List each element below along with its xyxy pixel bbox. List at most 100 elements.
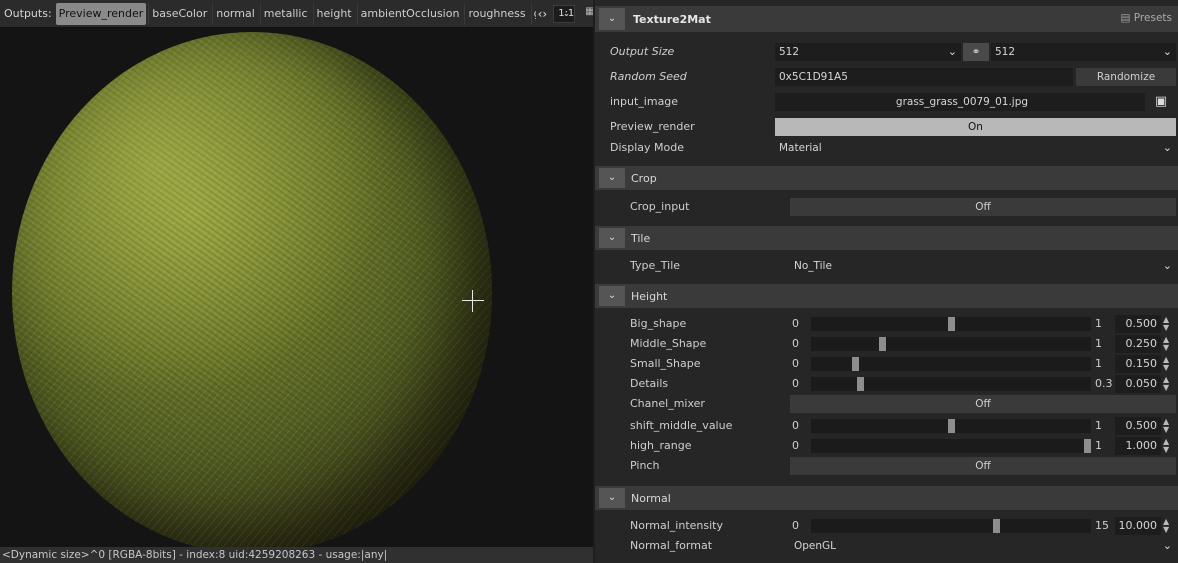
status-bar: <Dynamic size>^0 [RGBA-8bits] - index:8 … xyxy=(0,547,593,563)
input-image-row: input_image grass_grass_0079_01.jpg ▣ xyxy=(595,92,1178,112)
display-mode-row: Display Mode Material ⌄ xyxy=(595,138,1178,158)
output-size-width-value: 512 xyxy=(779,46,800,58)
high-range-slider[interactable] xyxy=(811,439,1091,453)
normal-format-value: OpenGL xyxy=(794,540,837,552)
slider-handle[interactable] xyxy=(879,337,886,351)
details-label: Details xyxy=(630,377,669,390)
crosshair-cursor-icon xyxy=(462,290,484,312)
view-options-icon[interactable]: ▦▾ xyxy=(585,6,593,22)
section-tile-title: Tile xyxy=(631,231,651,245)
tab-normal[interactable]: normal xyxy=(212,2,258,25)
normal-format-select[interactable]: OpenGL ⌄ xyxy=(790,537,1176,555)
slider-handle[interactable] xyxy=(852,357,859,371)
random-seed-input[interactable]: 0x5C1D91A5 xyxy=(775,68,1073,86)
section-tile[interactable]: ⌄ Tile xyxy=(595,226,1178,250)
normal-intensity-slider[interactable] xyxy=(811,519,1091,533)
display-mode-select[interactable]: Material ⌄ xyxy=(775,139,1176,157)
spinner-icon[interactable]: ▲ ▼ xyxy=(1163,376,1169,392)
zoom-select[interactable]: 1:1 ⌄ xyxy=(553,4,576,23)
tab-basecolor[interactable]: baseColor xyxy=(148,2,210,25)
crop-input-label: Crop_input xyxy=(630,200,690,213)
render-viewport[interactable] xyxy=(0,28,593,547)
spinner-icon[interactable]: ▲ ▼ xyxy=(1163,438,1169,454)
slider-max: 1 xyxy=(1095,419,1102,432)
spinner-icon[interactable]: ▲ ▼ xyxy=(1163,316,1169,332)
big-shape-row: Big_shape 0 1 0.500 ▲ ▼ xyxy=(595,314,1178,334)
spinner-icon[interactable]: ▲ ▼ xyxy=(1163,418,1169,434)
input-image-label: input_image xyxy=(610,95,679,108)
spinner-icon[interactable]: ▲ ▼ xyxy=(1163,356,1169,372)
browse-image-icon[interactable]: ▣ xyxy=(1151,93,1171,111)
slider-max: 1 xyxy=(1095,317,1102,330)
big-shape-slider[interactable] xyxy=(811,317,1091,331)
section-crop[interactable]: ⌄ Crop xyxy=(595,166,1178,190)
presets-button[interactable]: ▤ Presets xyxy=(1121,12,1172,24)
slider-handle[interactable] xyxy=(1084,439,1091,453)
spinner-icon[interactable]: ▲ ▼ xyxy=(1163,518,1169,534)
randomize-button[interactable]: Randomize xyxy=(1076,68,1176,86)
section-normal-title: Normal xyxy=(631,491,671,505)
chanel-mixer-toggle[interactable]: Off xyxy=(790,395,1176,413)
normal-intensity-value[interactable]: 10.000 xyxy=(1115,517,1161,535)
small-shape-label: Small_Shape xyxy=(630,357,701,370)
slider-min: 0 xyxy=(792,519,799,532)
small-shape-value[interactable]: 0.150 xyxy=(1115,355,1161,373)
slider-min: 0 xyxy=(792,439,799,452)
collapse-tile-icon[interactable]: ⌄ xyxy=(599,228,625,248)
shift-middle-value[interactable]: 0.500 xyxy=(1115,417,1161,435)
small-shape-slider[interactable] xyxy=(811,357,1091,371)
preview-panel: Outputs: Preview_render baseColor normal… xyxy=(0,0,593,563)
shift-middle-slider[interactable] xyxy=(811,419,1091,433)
random-seed-label: Random Seed xyxy=(610,70,687,83)
big-shape-label: Big_shape xyxy=(630,317,687,330)
normal-intensity-label: Normal_intensity xyxy=(630,519,723,532)
chevron-down-icon: ⌄ xyxy=(1162,539,1172,552)
slider-handle[interactable] xyxy=(948,317,955,331)
tab-ambient-occlusion[interactable]: ambientOcclusion xyxy=(356,2,463,25)
details-row: Details 0 0.3 0.050 ▲ ▼ xyxy=(595,374,1178,394)
crop-input-toggle[interactable]: Off xyxy=(790,198,1176,216)
scroll-right-icon[interactable]: › xyxy=(542,7,547,21)
input-image-field[interactable]: grass_grass_0079_01.jpg xyxy=(775,93,1145,111)
slider-max: 1 xyxy=(1095,439,1102,452)
type-tile-select[interactable]: No_Tile ⌄ xyxy=(790,257,1176,275)
chanel-mixer-row: Chanel_mixer Off xyxy=(595,394,1178,414)
collapse-node-icon[interactable]: ⌄ xyxy=(599,8,625,30)
section-normal[interactable]: ⌄ Normal xyxy=(595,486,1178,510)
tab-metallic[interactable]: metallic xyxy=(259,2,311,25)
high-range-label: high_range xyxy=(630,439,692,452)
details-slider[interactable] xyxy=(811,377,1091,391)
spinner-icon[interactable]: ▲ ▼ xyxy=(1163,336,1169,352)
output-size-height-select[interactable]: 512 ⌄ xyxy=(991,43,1176,61)
chevron-down-icon: ⌄ xyxy=(947,45,957,58)
pinch-row: Pinch Off xyxy=(595,456,1178,476)
section-height[interactable]: ⌄ Height xyxy=(595,284,1178,308)
middle-shape-value[interactable]: 0.250 xyxy=(1115,335,1161,353)
chevron-down-icon: ⌄ xyxy=(1162,141,1172,154)
slider-handle[interactable] xyxy=(948,419,955,433)
slider-handle[interactable] xyxy=(993,519,1000,533)
middle-shape-slider[interactable] xyxy=(811,337,1091,351)
preview-render-toggle[interactable]: On xyxy=(775,118,1176,136)
collapse-height-icon[interactable]: ⌄ xyxy=(599,286,625,306)
display-mode-value: Material xyxy=(779,142,822,154)
pinch-toggle[interactable]: Off xyxy=(790,457,1176,475)
preview-render-row: Preview_render On xyxy=(595,117,1178,137)
normal-format-row: Normal_format OpenGL ⌄ xyxy=(595,536,1178,556)
middle-shape-label: Middle_Shape xyxy=(630,337,707,350)
collapse-crop-icon[interactable]: ⌄ xyxy=(599,168,625,188)
high-range-value[interactable]: 1.000 xyxy=(1115,437,1161,455)
output-size-width-select[interactable]: 512 ⌄ xyxy=(775,43,961,61)
tab-more[interactable]: g xyxy=(530,2,536,25)
tab-roughness[interactable]: roughness xyxy=(464,2,528,25)
slider-handle[interactable] xyxy=(857,377,864,391)
tab-preview-render[interactable]: Preview_render xyxy=(55,2,147,25)
details-value[interactable]: 0.050 xyxy=(1115,375,1161,393)
section-crop-title: Crop xyxy=(631,171,657,185)
big-shape-value[interactable]: 0.500 xyxy=(1115,315,1161,333)
tab-height[interactable]: height xyxy=(312,2,355,25)
link-size-icon[interactable]: ⚭ xyxy=(963,43,989,61)
collapse-normal-icon[interactable]: ⌄ xyxy=(599,488,625,508)
node-header: ⌄ Texture2Mat ▤ Presets xyxy=(595,6,1178,32)
output-size-height-value: 512 xyxy=(995,46,1016,58)
